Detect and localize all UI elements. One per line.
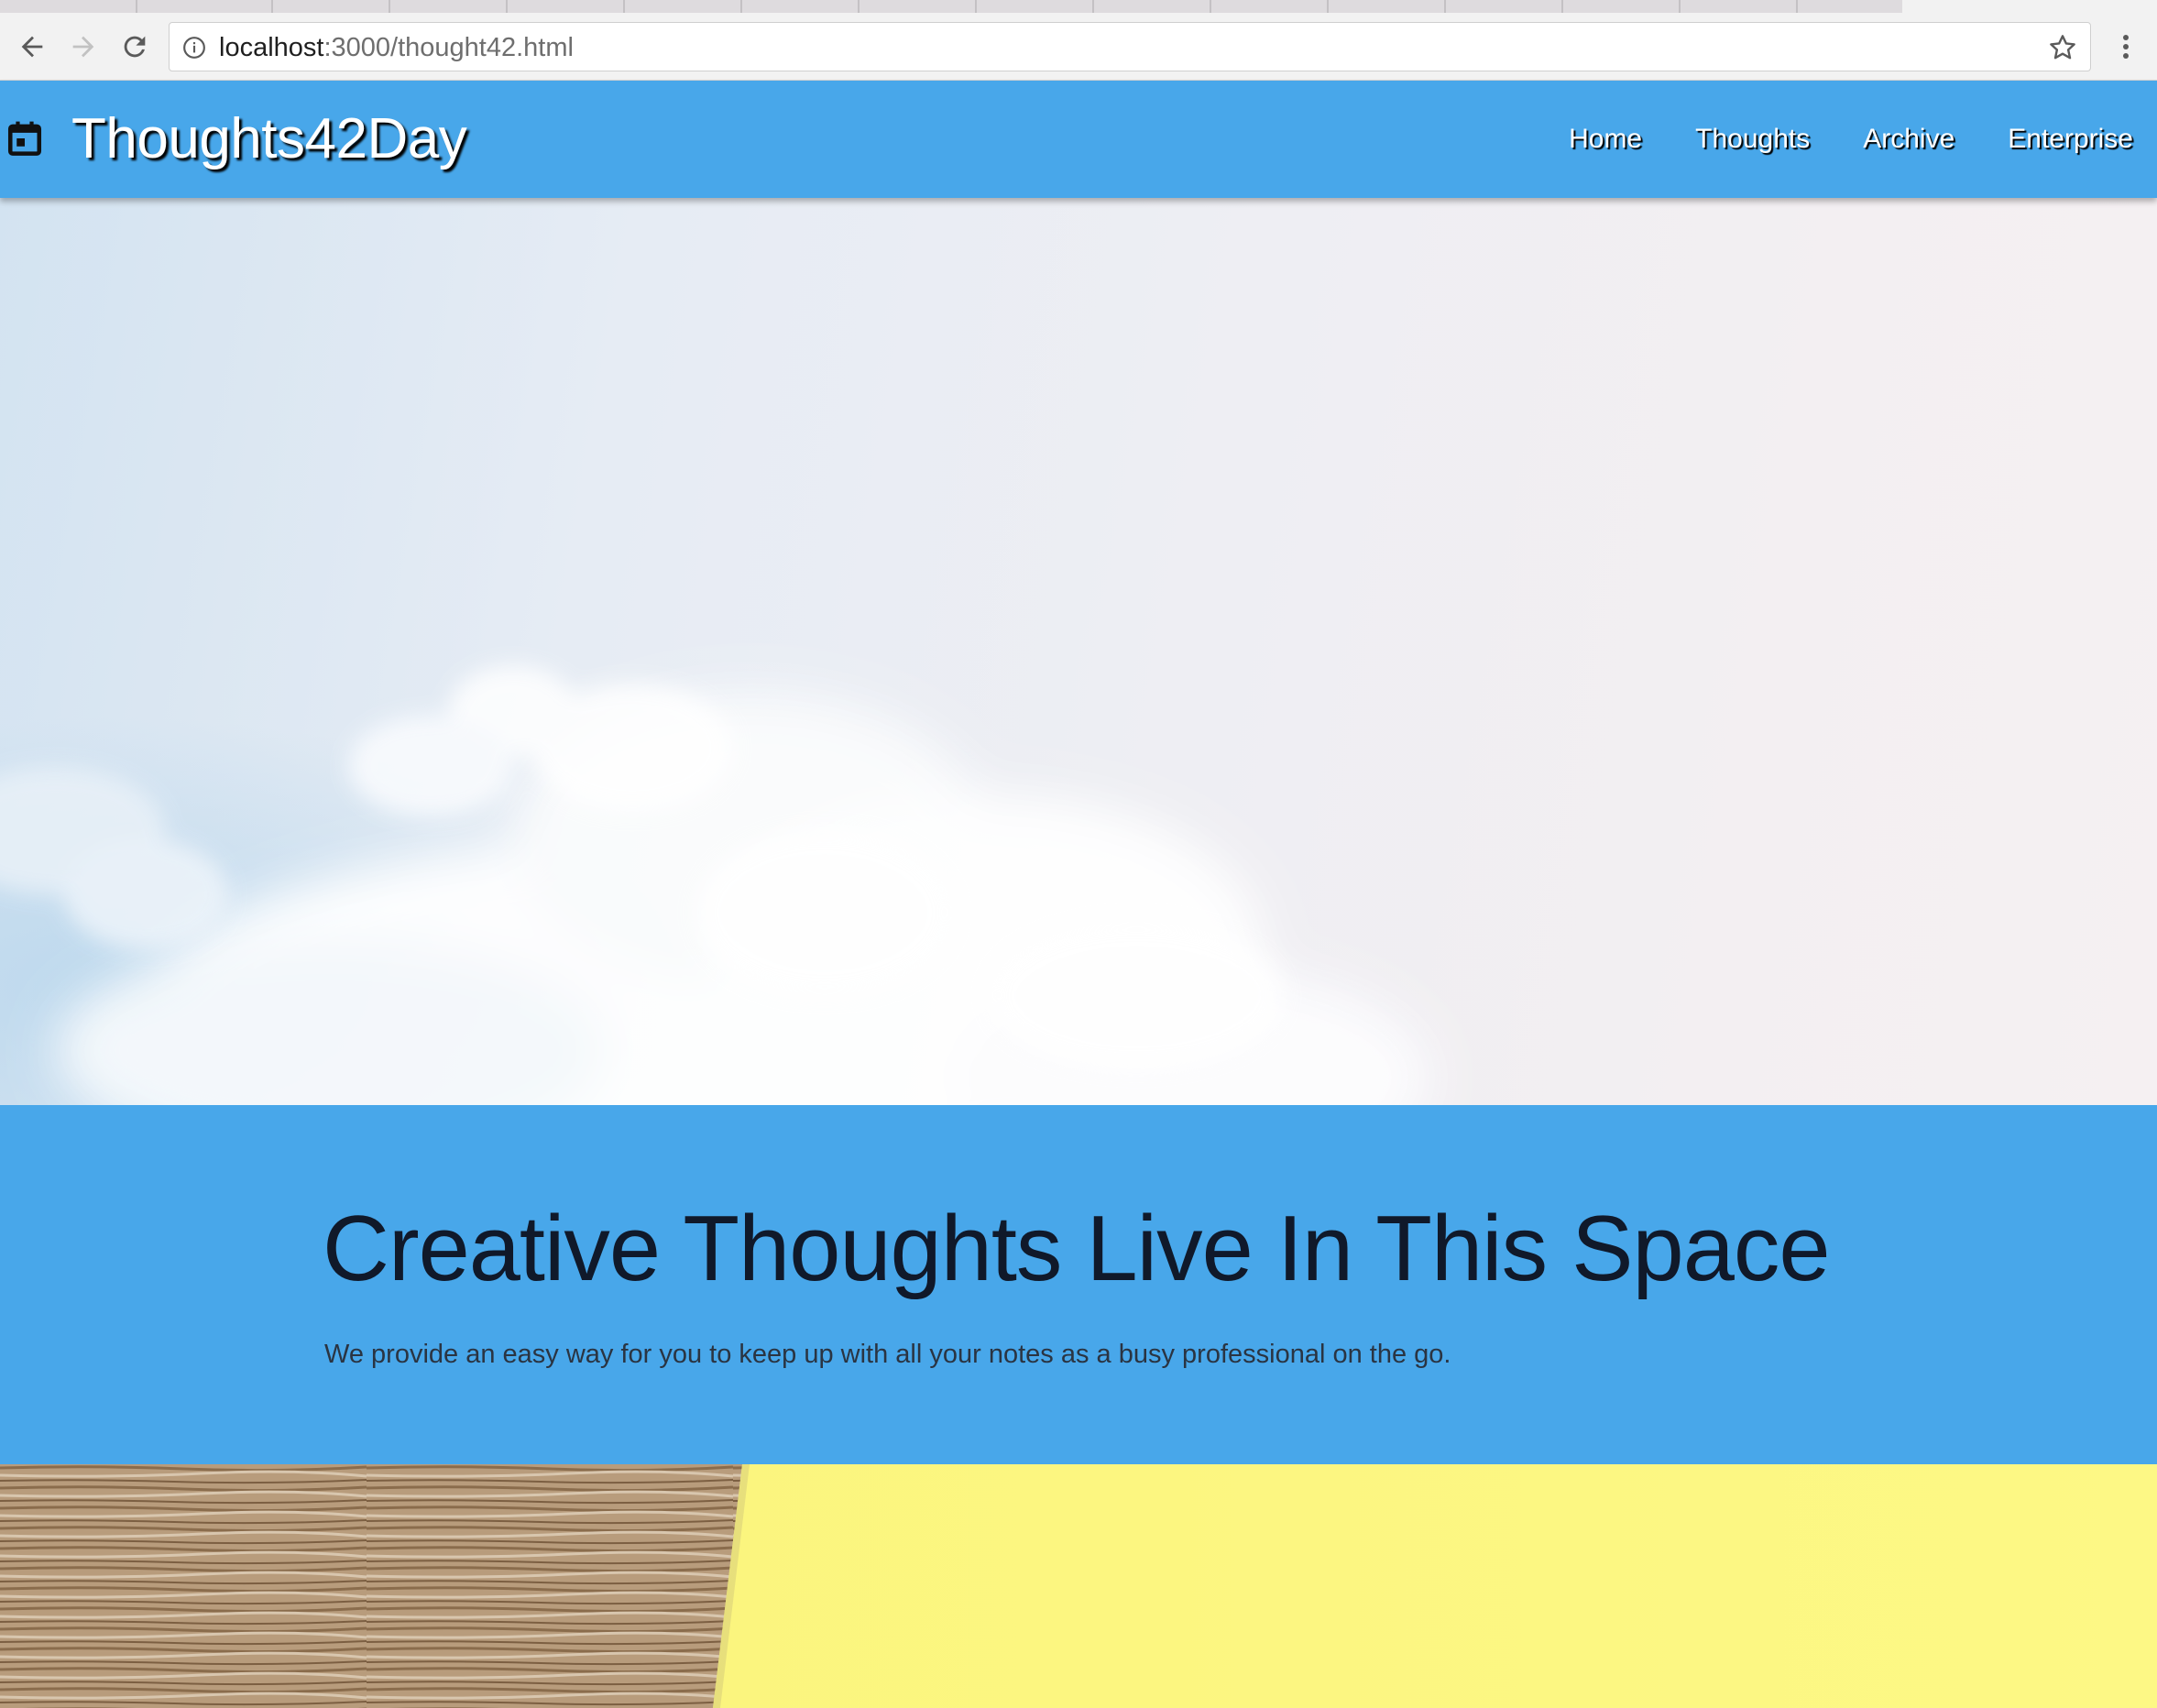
wood-and-sticky-note-illustration bbox=[0, 1464, 2157, 1708]
sticky-note-image bbox=[0, 1464, 2157, 1708]
nav-link-thoughts[interactable]: Thoughts bbox=[1695, 124, 1810, 155]
nav-link-archive[interactable]: Archive bbox=[1863, 124, 1954, 155]
url-host: localhost bbox=[219, 33, 324, 62]
info-icon[interactable] bbox=[182, 36, 206, 60]
tab-divider bbox=[506, 0, 508, 13]
tagline-band: Creative Thoughts Live In This Space We … bbox=[0, 1105, 2157, 1464]
forward-button[interactable] bbox=[62, 26, 104, 68]
tab-divider bbox=[623, 0, 625, 13]
tab-divider bbox=[389, 0, 390, 13]
tab-divider bbox=[975, 0, 977, 13]
browser-menu-button[interactable] bbox=[2108, 26, 2144, 68]
browser-tab-strip[interactable] bbox=[0, 0, 2157, 13]
tab-divider bbox=[271, 0, 273, 13]
hero-subtext: We provide an easy way for you to keep u… bbox=[324, 1340, 1451, 1369]
tab-divider bbox=[1796, 0, 1798, 13]
browser-toolbar: localhost:3000/thought42.html bbox=[0, 13, 2157, 81]
url-text[interactable]: localhost:3000/thought42.html bbox=[219, 23, 574, 72]
nav-link-enterprise[interactable]: Enterprise bbox=[2008, 124, 2133, 155]
tab-divider bbox=[740, 0, 742, 13]
tab-divider bbox=[1561, 0, 1563, 13]
back-button[interactable] bbox=[11, 26, 53, 68]
star-icon[interactable] bbox=[2048, 33, 2077, 62]
main-nav: Home Thoughts Archive Enterprise bbox=[1516, 81, 2133, 198]
reload-button[interactable] bbox=[114, 26, 156, 68]
hero-heading: Creative Thoughts Live In This Space bbox=[323, 1198, 1831, 1300]
brand-title[interactable]: Thoughts42Day bbox=[71, 81, 467, 198]
tab-divider bbox=[1210, 0, 1211, 13]
tab-divider bbox=[1092, 0, 1094, 13]
url-path: :3000/thought42.html bbox=[323, 33, 574, 62]
tab-divider bbox=[1679, 0, 1681, 13]
tab-divider bbox=[858, 0, 860, 13]
reload-icon bbox=[124, 36, 146, 58]
hero-sky-image bbox=[0, 198, 2157, 1105]
active-tab[interactable] bbox=[1902, 0, 2157, 13]
site-header: Thoughts42Day Home Thoughts Archive Ente… bbox=[0, 81, 2157, 198]
clouds-illustration bbox=[0, 665, 1429, 1105]
tab-divider bbox=[1327, 0, 1329, 13]
tab-divider bbox=[136, 0, 137, 13]
tab-divider bbox=[1444, 0, 1446, 13]
back-arrow-icon bbox=[21, 36, 43, 58]
calendar-icon bbox=[7, 121, 42, 156]
forward-arrow-icon bbox=[72, 36, 94, 58]
kebab-menu-icon bbox=[2123, 35, 2129, 59]
nav-link-home[interactable]: Home bbox=[1569, 124, 1642, 155]
address-bar[interactable]: localhost:3000/thought42.html bbox=[169, 22, 2091, 71]
